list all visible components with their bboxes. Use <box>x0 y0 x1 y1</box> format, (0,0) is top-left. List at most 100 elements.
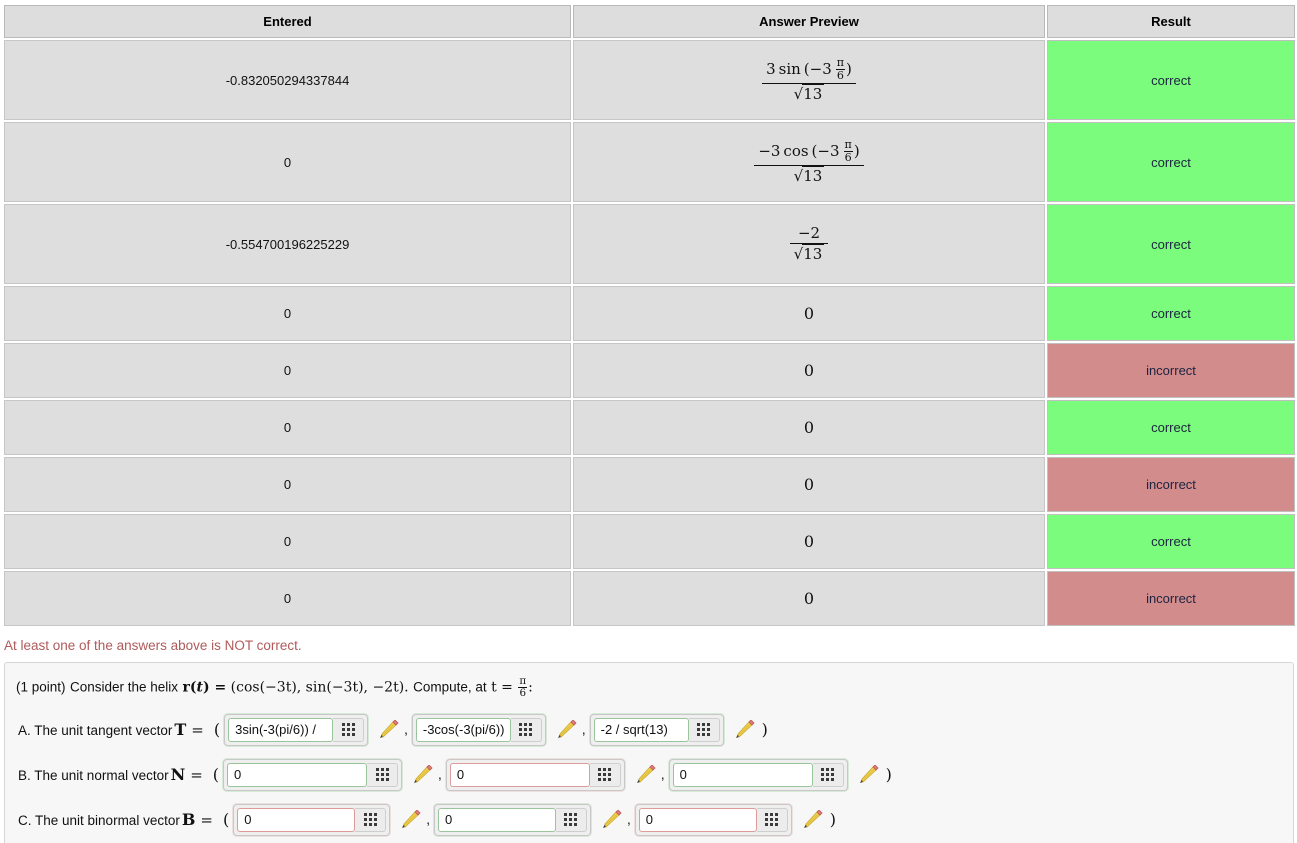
answer-input-b-1[interactable] <box>227 762 368 787</box>
pencil-icon[interactable] <box>635 764 657 785</box>
inline-fraction: π6 <box>843 138 853 164</box>
answer-row-b: B. The unit normal vectorN= (,,) <box>5 758 1293 791</box>
cell-entered: 0 <box>4 400 571 455</box>
preview-denominator: √13 <box>754 165 863 185</box>
grid-keypad-icon[interactable] <box>333 717 365 742</box>
fraction-denominator: 6 <box>844 150 852 164</box>
pencil-icon[interactable] <box>400 809 422 830</box>
answer-input-c-3[interactable] <box>638 807 757 832</box>
compute-text: Compute, at <box>413 679 487 695</box>
vector-symbol: N <box>170 765 186 785</box>
equals-sign: = <box>190 766 203 785</box>
cell-answer-preview: 0 <box>573 571 1045 626</box>
answer-preview-zero: 0 <box>803 418 815 437</box>
answer-input-c-1[interactable] <box>237 807 356 832</box>
helix-period: . <box>404 679 409 696</box>
problem-points: (1 point) <box>16 679 66 695</box>
problem-panel: (1 point) Consider the helix r(t) = (cos… <box>4 662 1294 843</box>
answer-field-widget <box>223 758 403 791</box>
table-row: 0 0 correct <box>4 400 1295 455</box>
sqrt-symbol: √13 <box>793 165 825 185</box>
table-row: 0 0 incorrect <box>4 457 1295 512</box>
table-header-row: Entered Answer Preview Result <box>4 5 1295 38</box>
open-paren: ( <box>213 720 221 740</box>
cell-answer-preview: −3 cos (−3 π 6) √13 <box>573 122 1045 202</box>
answer-field-widget <box>433 803 591 836</box>
answer-text: The unit normal vector <box>34 768 169 784</box>
grid-keypad-icon[interactable] <box>688 717 720 742</box>
sqrt-radicand: 13 <box>802 244 825 263</box>
answer-text: The unit tangent vector <box>34 723 173 739</box>
cell-answer-preview: 0 <box>573 457 1045 512</box>
answer-input-c-2[interactable] <box>437 807 556 832</box>
results-table-head: Entered Answer Preview Result <box>4 5 1295 38</box>
pencil-icon[interactable] <box>412 764 434 785</box>
cell-entered: 0 <box>4 571 571 626</box>
cell-entered: 0 <box>4 514 571 569</box>
answer-input-b-2[interactable] <box>449 762 590 787</box>
answer-input-b-3[interactable] <box>672 762 813 787</box>
answer-label: B. The unit normal vector N = <box>18 765 206 784</box>
page-root: Entered Answer Preview Result -0.8320502… <box>0 0 1297 843</box>
t-equals: t = <box>491 679 513 696</box>
answer-preview-zero: 0 <box>803 589 815 608</box>
answer-letter: B. <box>18 768 31 784</box>
equals-sign: = <box>200 811 213 830</box>
fraction-denominator: 6 <box>836 68 844 82</box>
answer-letter: A. <box>18 723 31 739</box>
cell-answer-preview: 3 sin (−3 π 6) √13 <box>573 40 1045 120</box>
answer-field-widget <box>224 713 369 746</box>
cell-result-correct: correct <box>1047 400 1295 455</box>
cell-result-correct: correct <box>1047 122 1295 202</box>
pencil-icon[interactable] <box>858 764 880 785</box>
comma-separator: , <box>626 812 631 828</box>
t-value-denominator: 6 <box>519 686 527 699</box>
grid-keypad-icon[interactable] <box>555 807 587 832</box>
cell-answer-preview: 0 <box>573 514 1045 569</box>
cell-answer-preview: 0 <box>573 400 1045 455</box>
answer-preview-fraction: −3 cos (−3 π 6) √13 <box>754 138 864 185</box>
sqrt-symbol: √13 <box>793 83 825 103</box>
answer-input-a-2[interactable] <box>415 717 511 742</box>
answer-input-a-1[interactable] <box>228 717 334 742</box>
preview-numerator: 3 sin (−3 π 6) <box>762 57 856 84</box>
vector-symbol: B <box>181 810 196 830</box>
equals-sign: = <box>191 721 204 740</box>
results-table: Entered Answer Preview Result -0.8320502… <box>2 3 1297 628</box>
problem-statement: (1 point) Consider the helix r(t) = (cos… <box>5 673 1293 701</box>
grid-keypad-icon[interactable] <box>367 762 399 787</box>
cell-entered: 0 <box>4 343 571 398</box>
answer-field-widget <box>668 758 848 791</box>
table-row: -0.832050294337844 3 sin (−3 π 6) √13 correc… <box>4 40 1295 120</box>
grid-keypad-icon[interactable] <box>510 717 542 742</box>
preview-denominator: √13 <box>762 83 856 103</box>
pencil-icon[interactable] <box>734 719 756 740</box>
pencil-icon[interactable] <box>802 809 824 830</box>
cell-entered: 0 <box>4 457 571 512</box>
answer-input-a-3[interactable] <box>593 717 689 742</box>
answer-preview-fraction: −2 √13 <box>789 224 829 264</box>
inline-fraction: π6 <box>835 57 846 82</box>
sqrt-radicand: 13 <box>802 83 825 103</box>
vector-symbol: T <box>174 720 187 740</box>
t-value-fraction: π 6 <box>518 676 528 699</box>
cell-result-correct: correct <box>1047 286 1295 341</box>
column-header-result: Result <box>1047 5 1295 38</box>
answer-preview-zero: 0 <box>803 304 815 323</box>
pencil-icon[interactable] <box>378 719 400 740</box>
answer-field-widget <box>589 713 724 746</box>
cell-result-correct: correct <box>1047 514 1295 569</box>
answer-preview-zero: 0 <box>803 475 815 494</box>
table-row: 0 0 incorrect <box>4 571 1295 626</box>
grid-keypad-icon[interactable] <box>756 807 788 832</box>
cell-answer-preview: 0 <box>573 286 1045 341</box>
grid-keypad-icon[interactable] <box>355 807 387 832</box>
grid-keypad-icon[interactable] <box>812 762 844 787</box>
grid-keypad-icon[interactable] <box>589 762 621 787</box>
pencil-icon[interactable] <box>556 719 578 740</box>
close-paren: ) <box>761 720 768 740</box>
pencil-icon[interactable] <box>601 809 623 830</box>
preview-denominator: √13 <box>790 244 829 263</box>
open-paren: ( <box>222 810 230 830</box>
fraction-numerator: π <box>843 138 853 152</box>
